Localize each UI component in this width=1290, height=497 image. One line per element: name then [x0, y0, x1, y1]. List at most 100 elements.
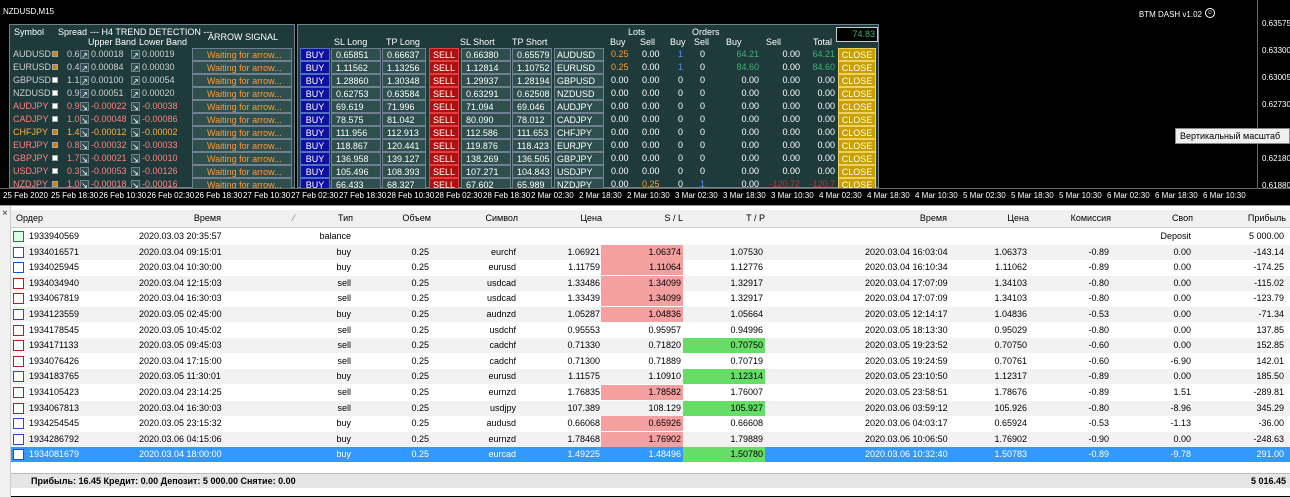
time-axis[interactable]: 25 Feb 2020 25 Feb 18:30 26 Feb 10:30 26 Fe…	[0, 188, 1290, 205]
upper-band-value: -0.00032	[91, 140, 127, 150]
close-icon[interactable]: ×	[2, 208, 8, 219]
cell-price: 1.78468	[567, 433, 600, 444]
order-id: 1934123559	[29, 309, 80, 319]
table-row[interactable]: 1934067819 2020.03.04 16:30:03 sell 0.25 usd…	[11, 291, 1290, 307]
arrow-up-right-icon: ↗	[131, 50, 140, 60]
chart-area[interactable]: NZDUSD,M15 BTM DASH v1.02 ☺ Symbol Spread…	[0, 0, 1290, 205]
column-time2[interactable]: Время	[877, 213, 947, 223]
column-price[interactable]: Цена	[532, 213, 602, 223]
table-row[interactable]: 1934183765 2020.03.05 11:30:01 buy 0.25 euru…	[11, 369, 1290, 385]
cell-tp: 0.70719	[730, 355, 763, 366]
cell-sl: 0.95957	[648, 324, 681, 335]
table-row[interactable]: 1934016571 2020.03.04 09:15:01 buy 0.25 eurc…	[11, 244, 1290, 260]
column-sl[interactable]: S / L	[613, 213, 683, 223]
close-button[interactable]: CLOSE	[838, 152, 876, 165]
column-swap[interactable]: Своп	[1123, 213, 1193, 223]
table-row[interactable]: 1934171133 2020.03.05 09:45:03 sell 0.25 cad…	[11, 338, 1290, 354]
total-value-box: 74.83	[836, 27, 878, 42]
sell-button[interactable]: SELL	[429, 152, 459, 165]
pl-sell-value: 0.00	[782, 75, 800, 85]
cell-symbol: cadchf	[489, 340, 516, 351]
total-pl-value: 0.00	[817, 127, 835, 137]
cell-time: 2020.03.05 23:15:32	[139, 418, 222, 429]
close-button[interactable]: CLOSE	[838, 87, 876, 100]
total-pl-value: 84.60	[812, 62, 835, 72]
table-row[interactable]: 1933940569 2020.03.03 20:35:57 balance Depo…	[11, 229, 1290, 244]
cell-symbol: usdchf	[489, 324, 516, 335]
column-commission[interactable]: Комиссия	[1041, 213, 1111, 223]
cell-symbol: eurusd	[488, 371, 516, 382]
table-row[interactable]: 1934123559 2020.03.05 02:45:00 buy 0.25 audn…	[11, 307, 1290, 322]
column-price2[interactable]: Цена	[959, 213, 1029, 223]
tp-short-value: 0.65579	[512, 48, 552, 61]
table-row[interactable]: 1934178545 2020.03.05 10:45:02 sell 0.25 usd…	[11, 323, 1290, 338]
cell-type: sell	[337, 277, 351, 288]
buy-button[interactable]: BUY	[300, 139, 330, 152]
buy-button[interactable]: BUY	[300, 48, 330, 61]
buy-button[interactable]: BUY	[300, 74, 330, 87]
table-row[interactable]: 1934034940 2020.03.04 12:15:03 sell 0.25 usd…	[11, 275, 1290, 291]
column-symbol[interactable]: Символ	[448, 213, 518, 223]
sell-button[interactable]: SELL	[429, 126, 459, 139]
buy-order-icon	[13, 309, 24, 320]
buy-button[interactable]: BUY	[300, 152, 330, 165]
buy-button[interactable]: BUY	[300, 100, 330, 113]
close-button[interactable]: CLOSE	[838, 74, 876, 87]
buy-button[interactable]: BUY	[300, 87, 330, 100]
buy-button[interactable]: BUY	[300, 61, 330, 74]
buy-button[interactable]: BUY	[300, 126, 330, 139]
buy-button[interactable]: BUY	[300, 165, 330, 178]
table-row[interactable]: 1934076426 2020.03.04 17:15:00 sell 0.25 cad…	[11, 354, 1290, 369]
upper-band-value: 0.00084	[91, 62, 124, 72]
close-button[interactable]: CLOSE	[838, 139, 876, 152]
cell-sl: 1.11064	[601, 260, 683, 276]
pl-sell-value: 0.00	[782, 88, 800, 98]
sell-button[interactable]: SELL	[429, 87, 459, 100]
status-square-icon	[52, 103, 58, 109]
column-time[interactable]: Время	[151, 213, 221, 223]
signal-spread: 0.4	[67, 62, 80, 72]
lots-sell-value: 0.00	[642, 49, 660, 59]
cell-time: 2020.03.05 10:45:02	[139, 324, 222, 335]
table-row[interactable]: 1934105423 2020.03.04 23:14:25 sell 0.25 eur…	[11, 385, 1290, 400]
arrow-down-right-icon: ↘	[131, 167, 140, 177]
table-row[interactable]: 1934067813 2020.03.04 16:30:03 sell 0.25 usd…	[11, 400, 1290, 416]
table-row[interactable]: 1934025945 2020.03.04 10:30:00 buy 0.25 euru…	[11, 260, 1290, 276]
close-button[interactable]: CLOSE	[838, 126, 876, 139]
tp-long-value: 1.30348	[382, 74, 426, 87]
trade-symbol: USDJPY	[554, 165, 604, 178]
price-axis[interactable]: 0.635750.633000.630050.627300.624550.621…	[1257, 0, 1290, 190]
close-button[interactable]: CLOSE	[838, 61, 876, 74]
balance-icon	[13, 231, 24, 242]
sell-button[interactable]: SELL	[429, 74, 459, 87]
chart-canvas[interactable]: NZDUSD,M15 BTM DASH v1.02 ☺ Symbol Spread…	[0, 0, 1257, 191]
close-button[interactable]: CLOSE	[838, 48, 876, 61]
column-profit[interactable]: Прибыль	[1216, 213, 1286, 223]
cell-sl: 1.06374	[601, 244, 683, 260]
signal-spread: 1.7	[67, 153, 80, 163]
table-row[interactable]: 1934254545 2020.03.05 23:15:32 buy 0.25 audu…	[11, 416, 1290, 432]
column-tp[interactable]: T / P	[695, 213, 765, 223]
cell-sl: 1.76902	[601, 431, 683, 447]
sell-button[interactable]: SELL	[429, 61, 459, 74]
sell-button[interactable]: SELL	[429, 113, 459, 126]
close-button[interactable]: CLOSE	[838, 165, 876, 178]
close-button[interactable]: CLOSE	[838, 113, 876, 126]
cell-price2: 1.50783	[994, 449, 1027, 460]
lots-sell-value: 0.00	[642, 140, 660, 150]
close-button[interactable]: CLOSE	[838, 100, 876, 113]
tp-long-value: 108.393	[382, 165, 426, 178]
sell-button[interactable]: SELL	[429, 48, 459, 61]
lots-buy-value: 0.25	[611, 62, 629, 72]
sell-button[interactable]: SELL	[429, 139, 459, 152]
arrow-up-right-icon: ↗	[80, 50, 89, 60]
sell-button[interactable]: SELL	[429, 100, 459, 113]
cell-type: sell	[337, 402, 351, 413]
column-volume[interactable]: Объем	[361, 213, 431, 223]
sell-button[interactable]: SELL	[429, 165, 459, 178]
table-row[interactable]: 1934286792 2020.03.06 04:15:06 buy 0.25 eurn…	[11, 431, 1290, 447]
table-row[interactable]: 1934081679 2020.03.04 18:00:00 buy 0.25 eurc…	[11, 447, 1290, 463]
buy-button[interactable]: BUY	[300, 113, 330, 126]
column-order[interactable]: Ордер	[16, 213, 43, 223]
pl-buy-value: 0.00	[741, 88, 759, 98]
